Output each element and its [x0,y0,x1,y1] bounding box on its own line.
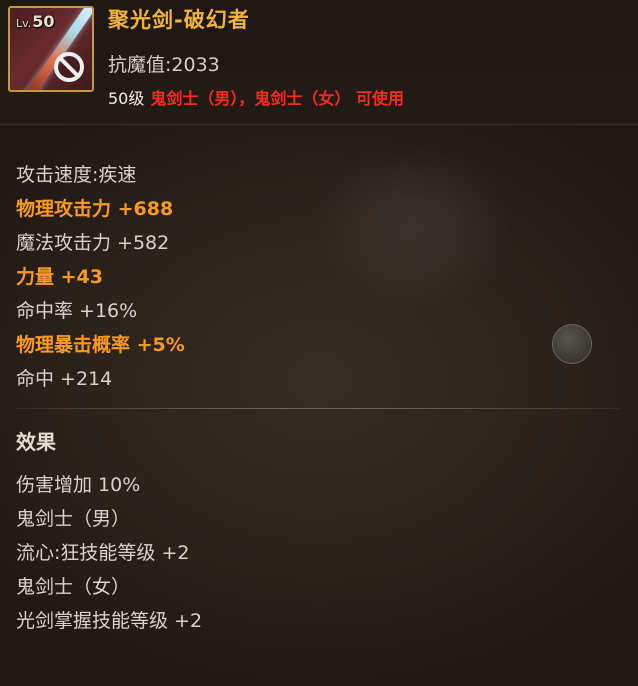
level-badge: Lv.50 [16,12,55,31]
scroll-handle[interactable] [552,324,592,364]
stat-strength: 力量 +43 [16,266,103,288]
section-divider [16,408,620,409]
item-tooltip-panel: Lv.50 聚光剑-破幻者 抗魔值:2033 50级 鬼剑士（男），鬼剑士（女） … [0,0,638,686]
effect-line: 流心:狂技能等级 +2 [16,542,190,564]
effect-line: 光剑掌握技能等级 +2 [16,610,203,632]
stat-hit-rate: 命中率 +16% [16,300,138,322]
stat-physical-attack: 物理攻击力 +688 [16,198,174,220]
stat-attack-speed: 攻击速度:疾速 [16,164,137,186]
effect-line: 伤害增加 10% [16,474,141,496]
stat-physical-crit: 物理暴击概率 +5% [16,334,185,356]
stat-hit: 命中 +214 [16,368,113,390]
requirement-classes: 鬼剑士（男），鬼剑士（女） 可使用 [150,89,404,108]
prohibited-icon [54,52,84,82]
level-value: 50 [32,12,55,31]
effect-line: 鬼剑士（女） [16,576,131,598]
effects-title: 效果 [16,430,56,454]
effect-line: 鬼剑士（男） [16,508,131,530]
level-prefix: Lv. [16,17,32,30]
item-icon[interactable]: Lv.50 [8,6,94,92]
item-name: 聚光剑-破幻者 [108,8,250,32]
tooltip-header: Lv.50 聚光剑-破幻者 抗魔值:2033 50级 鬼剑士（男），鬼剑士（女） … [0,0,638,125]
resistance-value: 抗魔值:2033 [108,54,220,76]
requirement-line: 50级 鬼剑士（男），鬼剑士（女） 可使用 [108,85,404,109]
stat-magic-attack: 魔法攻击力 +582 [16,232,170,254]
requirement-level: 50级 [108,89,145,108]
